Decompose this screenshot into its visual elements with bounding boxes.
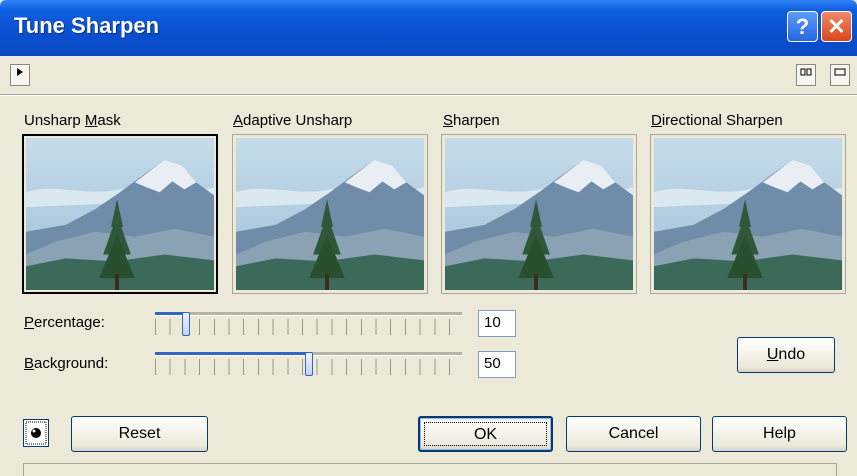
mountain-preview-image	[445, 138, 633, 290]
toolbar-separator	[0, 94, 857, 96]
split-view-button[interactable]	[796, 64, 816, 86]
status-bar	[23, 463, 837, 476]
percentage-slider[interactable]	[153, 309, 464, 345]
title-bar: Tune Sharpen ? ✕	[0, 0, 857, 56]
undo-button[interactable]: Undo	[737, 337, 835, 373]
mountain-preview-image	[236, 138, 424, 290]
background-slider[interactable]	[153, 349, 464, 385]
background-slider-thumb[interactable]	[304, 352, 313, 376]
single-view-button[interactable]	[830, 64, 850, 86]
tune-sharpen-dialog: Tune Sharpen ? ✕ Unsharp Mask Adaptive U…	[0, 0, 857, 476]
preview-sharpen[interactable]	[441, 134, 637, 294]
help-title-button[interactable]: ?	[787, 11, 818, 42]
preview-directional-sharpen[interactable]	[650, 134, 846, 294]
preview-label-adaptive-unsharp: Adaptive Unsharp	[233, 112, 353, 129]
preview-adaptive-unsharp[interactable]	[232, 134, 428, 294]
reset-button[interactable]: Reset	[71, 416, 208, 452]
preview-label-unsharp-mask: Unsharp Mask	[24, 112, 121, 129]
mountain-preview-image	[654, 138, 842, 290]
preview-label-sharpen: Sharpen	[443, 112, 500, 129]
preview-toggle-button[interactable]	[23, 419, 49, 447]
background-slider-fill	[155, 352, 309, 355]
expand-triangle-button[interactable]	[10, 64, 30, 86]
triangle-right-icon	[17, 68, 23, 76]
mountain-preview-image	[26, 138, 214, 290]
cancel-button[interactable]: Cancel	[566, 416, 701, 452]
ok-button[interactable]: OK	[418, 416, 553, 452]
help-button[interactable]: Help	[712, 416, 847, 452]
close-button[interactable]: ✕	[821, 11, 852, 42]
background-label: Background:	[24, 355, 109, 372]
preview-label-directional-sharpen: Directional Sharpen	[651, 112, 783, 129]
ok-focus-ring	[424, 422, 547, 446]
window-title: Tune Sharpen	[14, 13, 160, 38]
percentage-label: Percentage:	[24, 314, 105, 331]
percentage-slider-thumb[interactable]	[181, 312, 190, 336]
percentage-slider-ticks	[155, 319, 462, 335]
preview-unsharp-mask[interactable]	[22, 134, 218, 294]
split-view-icon	[800, 68, 812, 76]
single-view-icon	[834, 68, 846, 76]
percentage-slider-track	[155, 312, 462, 316]
background-value-field[interactable]: 50	[478, 351, 516, 378]
eye-icon	[25, 421, 47, 445]
percentage-value-field[interactable]: 10	[478, 310, 516, 337]
